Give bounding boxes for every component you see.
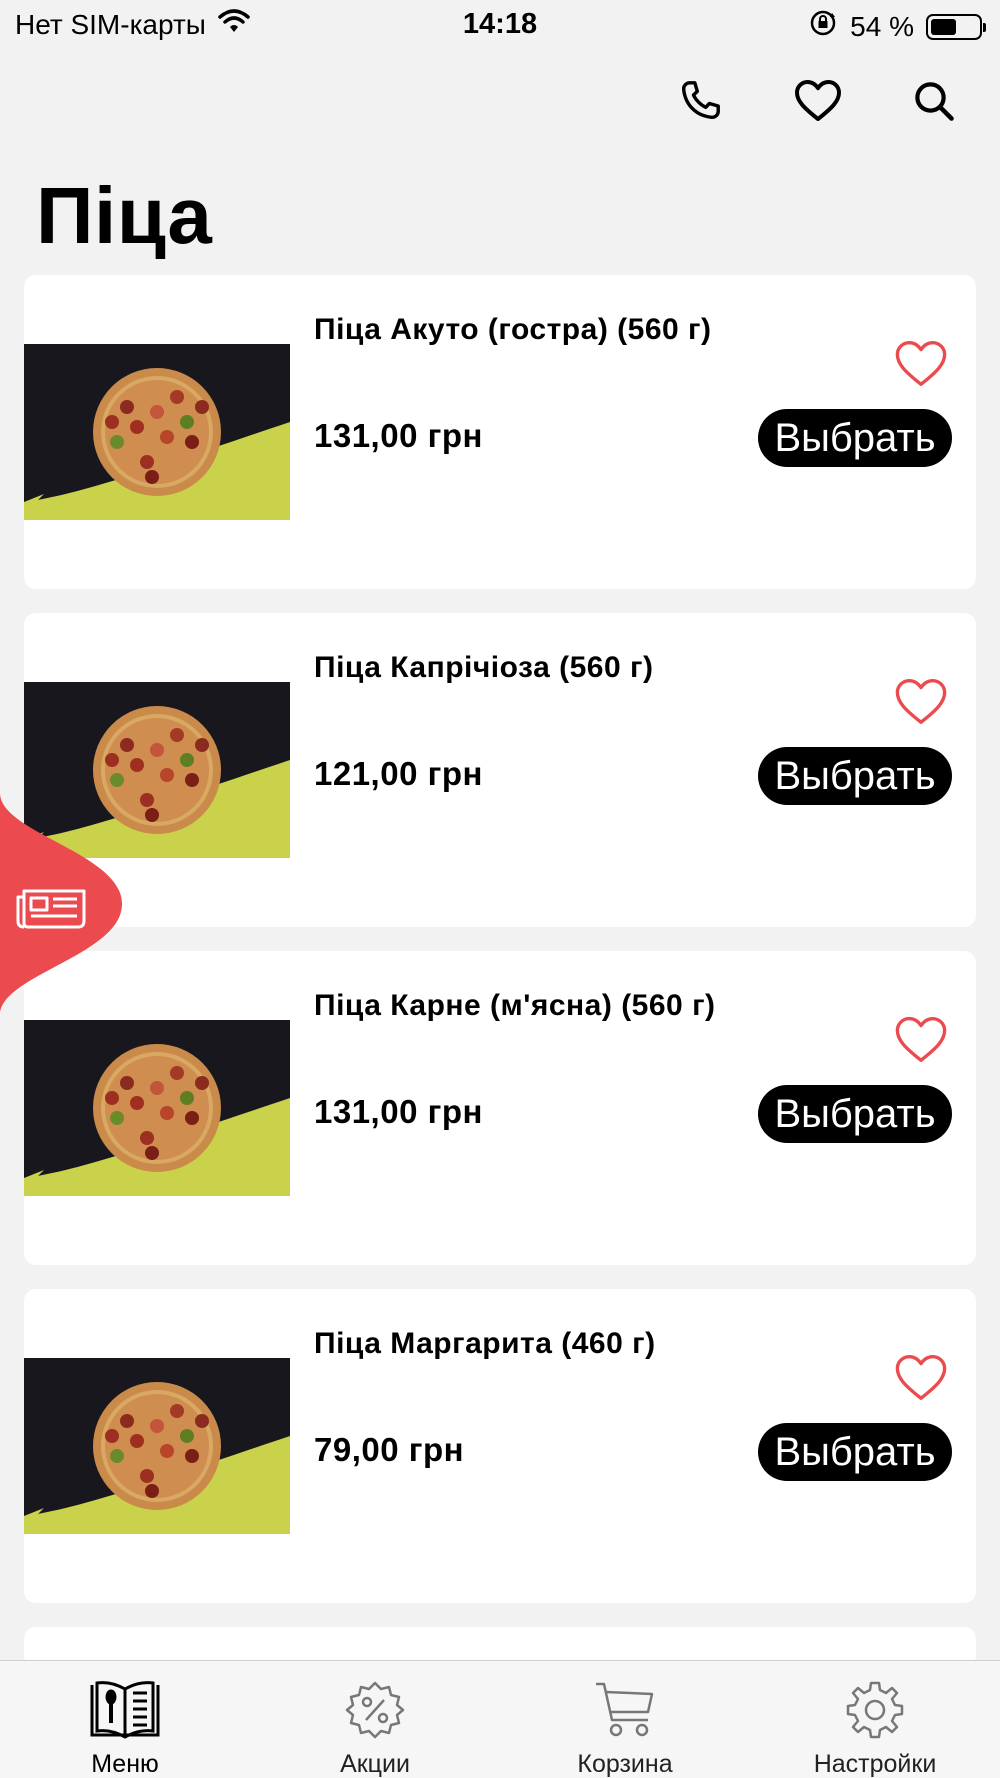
- bottom-tab-bar: Меню Акции Корзина Настройки: [0, 1660, 1000, 1778]
- tab-settings[interactable]: Настройки: [750, 1661, 1000, 1778]
- product-list: Піца Акуто (гостра) (560 г) 131,00 грн В…: [24, 275, 976, 1691]
- product-image[interactable]: [24, 344, 290, 520]
- status-right: 54 %: [808, 8, 986, 45]
- product-card[interactable]: Піца Акуто (гостра) (560 г) 131,00 грн В…: [24, 275, 976, 589]
- product-card[interactable]: Піца Маргарита (460 г) 79,00 грн Выбрать: [24, 1289, 976, 1603]
- menu-book-icon: [87, 1677, 163, 1742]
- choose-button[interactable]: Выбрать: [758, 1085, 952, 1143]
- tab-label: Акции: [340, 1750, 410, 1778]
- product-card[interactable]: Піца Капрічіоза (560 г) 121,00 грн Выбра…: [24, 613, 976, 927]
- battery-level: [931, 18, 956, 35]
- tab-label: Настройки: [813, 1750, 937, 1778]
- tab-label: Корзина: [577, 1750, 673, 1778]
- product-price: 131,00 грн: [314, 1093, 483, 1130]
- favorite-heart-icon[interactable]: [894, 1015, 948, 1067]
- product-image[interactable]: [24, 1020, 290, 1196]
- cart-icon: [587, 1677, 663, 1742]
- product-name: Піца Карне (м'ясна) (560 г): [314, 989, 716, 1022]
- product-image[interactable]: [24, 1358, 290, 1534]
- tab-menu[interactable]: Меню: [0, 1661, 250, 1778]
- product-card[interactable]: Піца Карне (м'ясна) (560 г) 131,00 грн В…: [24, 951, 976, 1265]
- rotation-lock-icon: [808, 8, 838, 45]
- product-price: 121,00 грн: [314, 755, 483, 792]
- tab-label: Меню: [91, 1750, 159, 1778]
- choose-button[interactable]: Выбрать: [758, 747, 952, 805]
- news-side-tab[interactable]: [0, 793, 122, 1015]
- product-name: Піца Акуто (гостра) (560 г): [314, 313, 712, 346]
- search-icon[interactable]: [909, 76, 959, 126]
- tab-cart[interactable]: Корзина: [500, 1661, 750, 1778]
- choose-button[interactable]: Выбрать: [758, 409, 952, 467]
- favorite-heart-icon[interactable]: [894, 339, 948, 391]
- choose-button[interactable]: Выбрать: [758, 1423, 952, 1481]
- product-name: Піца Маргарита (460 г): [314, 1327, 656, 1360]
- status-bar: Нет SIM-карты 14:18 54 %: [0, 0, 1000, 50]
- tab-promotions[interactable]: Акции: [250, 1661, 500, 1778]
- battery-percent: 54 %: [850, 10, 914, 42]
- product-price: 131,00 грн: [314, 417, 483, 454]
- phone-icon[interactable]: [675, 76, 725, 126]
- battery-icon: [926, 13, 986, 40]
- settings-icon: [837, 1677, 913, 1742]
- product-price: 79,00 грн: [314, 1431, 465, 1468]
- favorites-heart-icon[interactable]: [793, 76, 843, 126]
- favorite-heart-icon[interactable]: [894, 1353, 948, 1405]
- product-name: Піца Капрічіоза (560 г): [314, 651, 654, 684]
- discount-icon: [337, 1677, 413, 1742]
- page-title: Піца: [36, 171, 213, 260]
- favorite-heart-icon[interactable]: [894, 677, 948, 729]
